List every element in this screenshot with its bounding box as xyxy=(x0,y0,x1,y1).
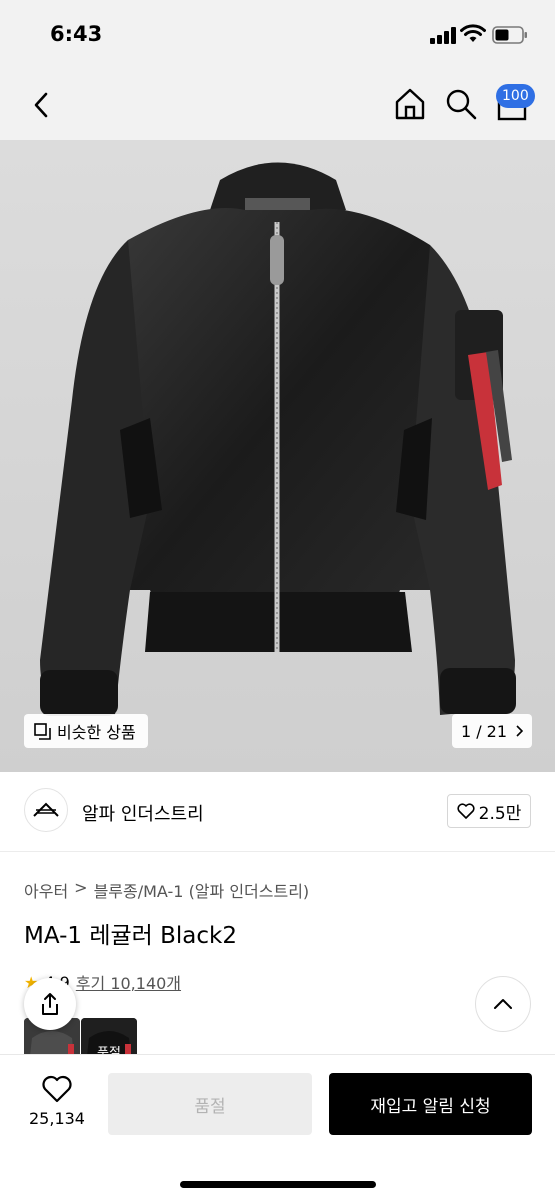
heart-icon xyxy=(457,803,475,819)
heart-icon xyxy=(42,1075,72,1103)
wifi-icon xyxy=(460,24,486,42)
wishlist-button[interactable]: 25,134 xyxy=(24,1075,90,1139)
soldout-button[interactable]: 품절 xyxy=(108,1073,312,1135)
wishlist-count: 25,134 xyxy=(29,1109,85,1128)
similar-products-button[interactable]: 비슷한 상품 xyxy=(24,714,148,748)
battery-icon xyxy=(492,26,527,44)
jacket-image xyxy=(40,162,516,716)
scroll-to-top-button[interactable] xyxy=(475,976,531,1032)
home-indicator xyxy=(180,1181,376,1188)
cart-count-badge: 100 xyxy=(496,84,535,108)
breadcrumb-sub-category[interactable]: 블루종/MA-1 (알파 인더스트리) xyxy=(94,878,310,902)
similar-products-icon xyxy=(34,722,51,740)
image-counter[interactable]: 1 / 21 xyxy=(452,714,532,748)
brand-logo[interactable] xyxy=(24,788,68,832)
product-image[interactable]: 비슷한 상품 1 / 21 xyxy=(0,140,555,772)
product-title: MA-1 레귤러 Black2 xyxy=(24,923,237,949)
search-icon[interactable] xyxy=(444,86,478,122)
alpha-logo-icon xyxy=(33,802,59,817)
brand-like-button[interactable]: 2.5만 xyxy=(447,794,531,828)
chevron-right-icon xyxy=(516,725,524,737)
share-button[interactable] xyxy=(24,978,76,1030)
top-nav-bar xyxy=(0,70,555,140)
brand-name[interactable]: 알파 인더스트리 xyxy=(82,800,204,826)
bottom-action-bar: 25,134 품절 재입고 알림 신청 xyxy=(0,1054,555,1200)
status-bar: 6:43 xyxy=(0,0,555,70)
similar-products-label: 비슷한 상품 xyxy=(57,723,136,742)
restock-alert-button[interactable]: 재입고 알림 신청 xyxy=(329,1073,532,1135)
breadcrumb: 아우터 > 블루종/MA-1 (알파 인더스트리) xyxy=(24,878,309,902)
back-icon[interactable] xyxy=(28,88,56,122)
status-time: 6:43 xyxy=(50,22,103,46)
breadcrumb-separator: > xyxy=(74,878,88,897)
review-link[interactable]: 후기 10,140개 xyxy=(76,970,181,994)
share-icon xyxy=(42,993,58,1015)
signal-icon xyxy=(430,27,456,44)
brand-row: 알파 인더스트리 2.5만 xyxy=(0,772,555,852)
brand-like-count: 2.5만 xyxy=(478,803,522,824)
chevron-up-icon xyxy=(494,999,512,1009)
image-counter-text: 1 / 21 xyxy=(460,721,508,741)
breadcrumb-category[interactable]: 아우터 xyxy=(24,878,68,902)
home-icon[interactable] xyxy=(392,86,428,122)
